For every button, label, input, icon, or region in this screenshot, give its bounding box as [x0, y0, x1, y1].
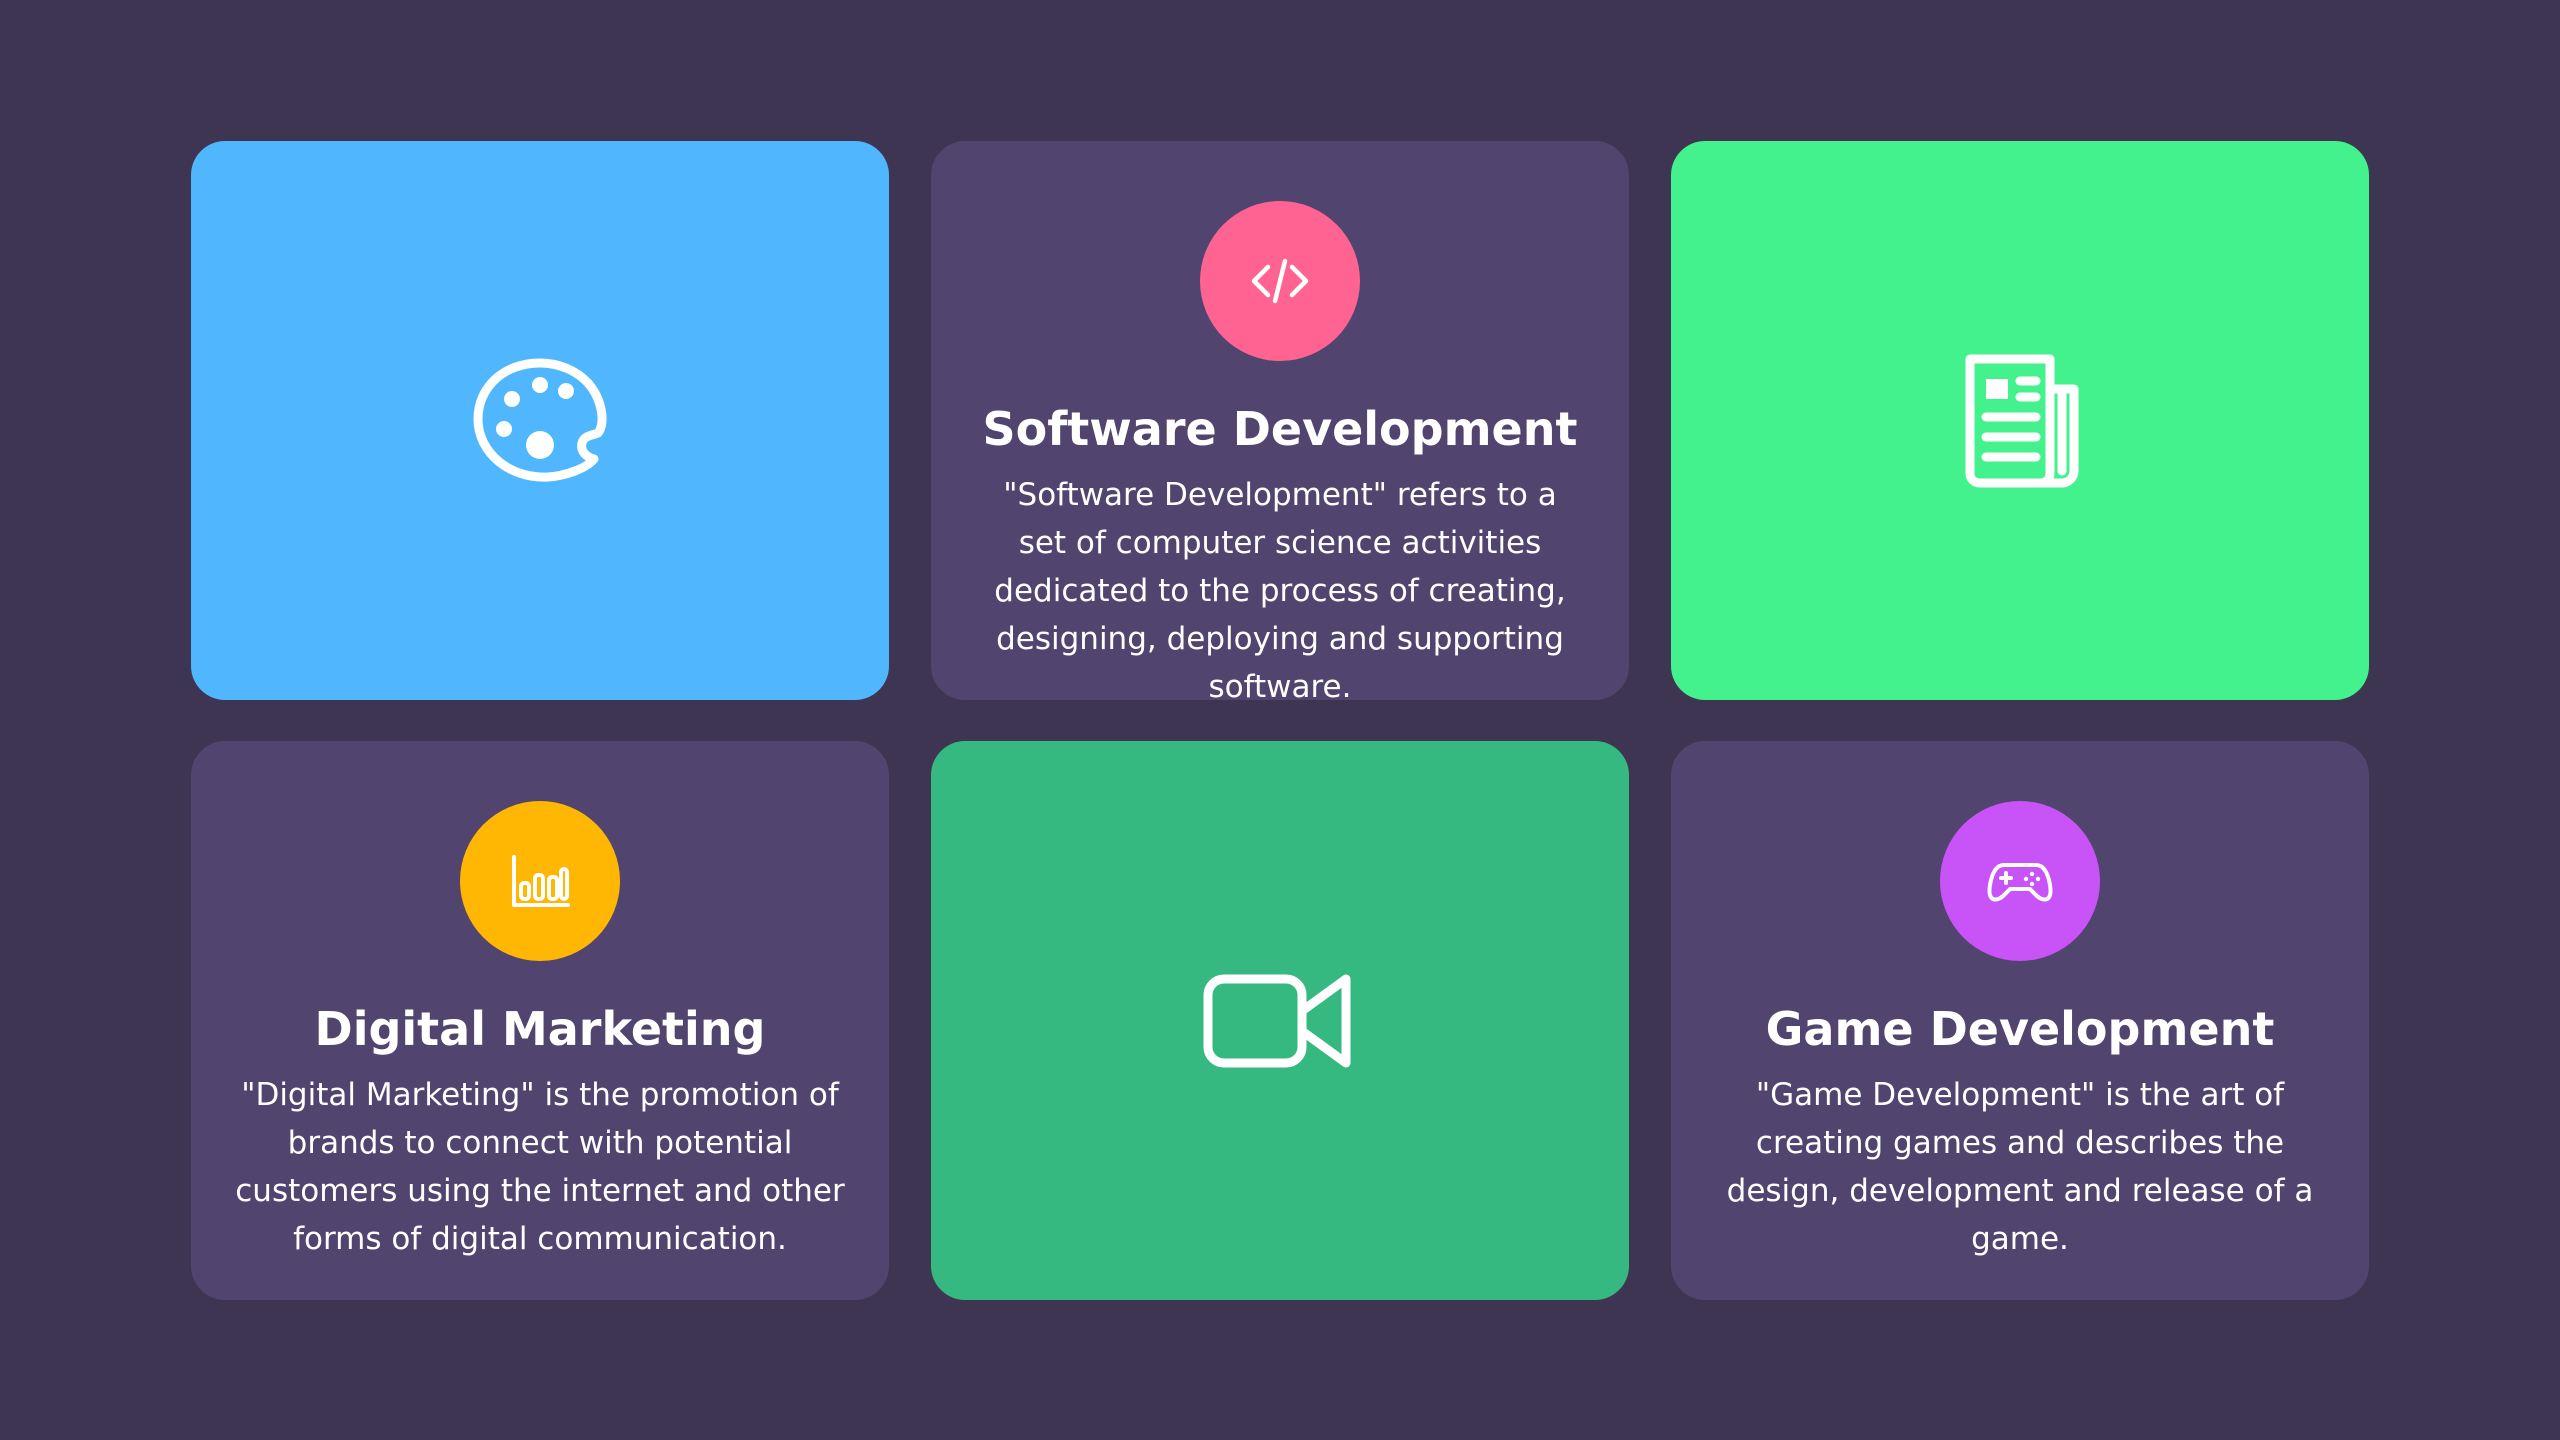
news-card[interactable] — [1671, 141, 2369, 700]
software-development-card[interactable]: Software Development "Software Developme… — [931, 141, 1629, 700]
design-card[interactable] — [191, 141, 889, 700]
card-description: "Digital Marketing" is the promotion of … — [235, 1077, 845, 1257]
services-grid: Software Development "Software Developme… — [191, 141, 2369, 1300]
gamepad-icon — [1987, 863, 2053, 902]
card-title: Digital Marketing — [314, 1002, 766, 1056]
software-icon-circle — [1200, 201, 1360, 361]
game-icon-circle — [1940, 801, 2100, 961]
card-title: Game Development — [1765, 1002, 2275, 1056]
video-card[interactable] — [931, 741, 1629, 1300]
digital-marketing-card[interactable]: Digital Marketing "Digital Marketing" is… — [191, 741, 889, 1300]
code-icon — [1251, 258, 1309, 304]
card-description: "Software Development" refers to a set o… — [994, 477, 1566, 700]
bar-chart-icon — [512, 855, 570, 907]
video-camera-icon — [1203, 974, 1351, 1067]
card-title: Software Development — [982, 402, 1578, 456]
game-development-card[interactable]: Game Development "Game Development" is t… — [1671, 741, 2369, 1300]
marketing-icon-circle — [460, 801, 620, 961]
newspaper-icon — [1965, 354, 2079, 487]
card-description: "Game Development" is the art of creatin… — [1726, 1077, 2314, 1257]
palette-icon — [473, 358, 607, 482]
